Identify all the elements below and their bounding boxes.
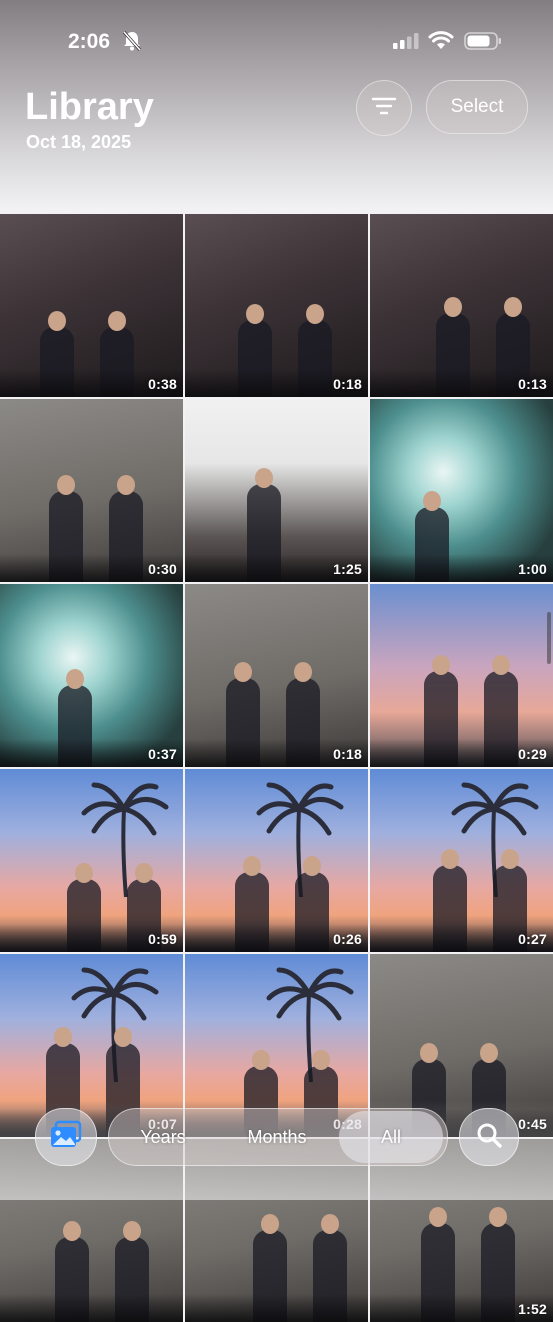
page-title: Library bbox=[25, 86, 154, 128]
performer-head bbox=[444, 297, 462, 317]
video-thumbnail[interactable]: 0:13 bbox=[370, 214, 553, 397]
performer-head bbox=[306, 304, 324, 324]
performer-head bbox=[312, 1050, 330, 1070]
palm-tree-graphic bbox=[266, 967, 354, 1083]
video-thumbnail[interactable]: 0:18 bbox=[185, 214, 368, 397]
performer-head bbox=[246, 304, 264, 324]
segment-months[interactable]: Months bbox=[231, 1109, 323, 1165]
video-duration: 0:18 bbox=[333, 746, 362, 762]
video-thumbnail[interactable]: 0:18 bbox=[185, 584, 368, 767]
performer-head bbox=[321, 1214, 339, 1234]
performer-head bbox=[489, 1207, 507, 1227]
video-duration: 1:00 bbox=[518, 561, 547, 577]
filter-icon bbox=[371, 96, 397, 121]
search-button[interactable] bbox=[459, 1108, 519, 1166]
performer-head bbox=[480, 1043, 498, 1063]
performer-head bbox=[135, 863, 153, 883]
video-duration: 1:25 bbox=[333, 561, 362, 577]
video-duration: 0:30 bbox=[148, 561, 177, 577]
video-thumbnail[interactable]: 1:52 bbox=[370, 1139, 553, 1322]
performer-head bbox=[501, 849, 519, 869]
performer-head bbox=[123, 1221, 141, 1241]
performer-head bbox=[255, 468, 273, 488]
video-duration: 0:59 bbox=[148, 931, 177, 947]
performer-head bbox=[63, 1221, 81, 1241]
crowd-silhouette bbox=[0, 1294, 183, 1322]
photo-library-icon bbox=[49, 1120, 83, 1155]
performer-head bbox=[243, 856, 261, 876]
wifi-icon bbox=[428, 30, 454, 55]
performer-head bbox=[48, 311, 66, 331]
performer-head bbox=[492, 655, 510, 675]
video-thumbnail[interactable]: 0:38 bbox=[0, 214, 183, 397]
video-thumbnail[interactable]: 0:30 bbox=[0, 399, 183, 582]
video-duration: 0:18 bbox=[333, 376, 362, 392]
performer-head bbox=[423, 491, 441, 511]
page-subtitle-date: Oct 18, 2025 bbox=[26, 132, 132, 152]
performer-head bbox=[117, 475, 135, 495]
video-duration: 0:27 bbox=[518, 931, 547, 947]
video-thumbnail[interactable] bbox=[0, 1139, 183, 1322]
video-thumbnail[interactable]: 0:27 bbox=[370, 769, 553, 952]
video-duration: 0:26 bbox=[333, 931, 362, 947]
performer-head bbox=[57, 475, 75, 495]
performer-head bbox=[75, 863, 93, 883]
select-button[interactable]: Select bbox=[426, 80, 528, 134]
video-thumbnail[interactable] bbox=[185, 1139, 368, 1322]
crowd-silhouette bbox=[185, 1294, 368, 1322]
performer-head bbox=[432, 655, 450, 675]
battery-icon bbox=[464, 32, 502, 55]
performer-head bbox=[303, 856, 321, 876]
performer-head bbox=[114, 1027, 132, 1047]
photo-grid: 0:38 0:18 0:13 0:30 1:25 1:00 0:37 0:18 0:29 0:59… bbox=[0, 0, 553, 1322]
performer-head bbox=[234, 662, 252, 682]
filter-button[interactable] bbox=[356, 80, 412, 136]
video-thumbnail[interactable]: 0:26 bbox=[185, 769, 368, 952]
performer-head bbox=[261, 1214, 279, 1234]
segment-all[interactable]: All bbox=[339, 1111, 443, 1163]
performer-head bbox=[420, 1043, 438, 1063]
search-icon bbox=[475, 1121, 503, 1154]
performer-head bbox=[252, 1050, 270, 1070]
video-duration: 0:29 bbox=[518, 746, 547, 762]
video-thumbnail[interactable]: 0:29 bbox=[370, 584, 553, 767]
video-thumbnail[interactable]: 1:00 bbox=[370, 399, 553, 582]
status-time: 2:06 bbox=[68, 30, 111, 53]
scroll-indicator[interactable] bbox=[547, 612, 551, 664]
video-thumbnail[interactable]: 0:37 bbox=[0, 584, 183, 767]
performer-head bbox=[294, 662, 312, 682]
performer-head bbox=[504, 297, 522, 317]
bell-slash-icon bbox=[122, 30, 142, 57]
performer-head bbox=[441, 849, 459, 869]
video-duration: 1:52 bbox=[518, 1301, 547, 1317]
video-duration: 0:38 bbox=[148, 376, 177, 392]
time-scale-segmented-control: Years Months All bbox=[108, 1108, 448, 1166]
video-thumbnail[interactable]: 0:59 bbox=[0, 769, 183, 952]
segment-years[interactable]: Years bbox=[123, 1109, 203, 1165]
performer-head bbox=[429, 1207, 447, 1227]
video-thumbnail[interactable]: 1:25 bbox=[185, 399, 368, 582]
video-duration: 0:45 bbox=[518, 1116, 547, 1132]
library-tab-button[interactable] bbox=[35, 1108, 97, 1166]
video-duration: 0:37 bbox=[148, 746, 177, 762]
performer-head bbox=[54, 1027, 72, 1047]
performer-head bbox=[66, 669, 84, 689]
video-duration: 0:13 bbox=[518, 376, 547, 392]
status-bar: 2:06 bbox=[0, 0, 553, 70]
performer-head bbox=[108, 311, 126, 331]
cellular-signal-icon bbox=[393, 33, 419, 54]
